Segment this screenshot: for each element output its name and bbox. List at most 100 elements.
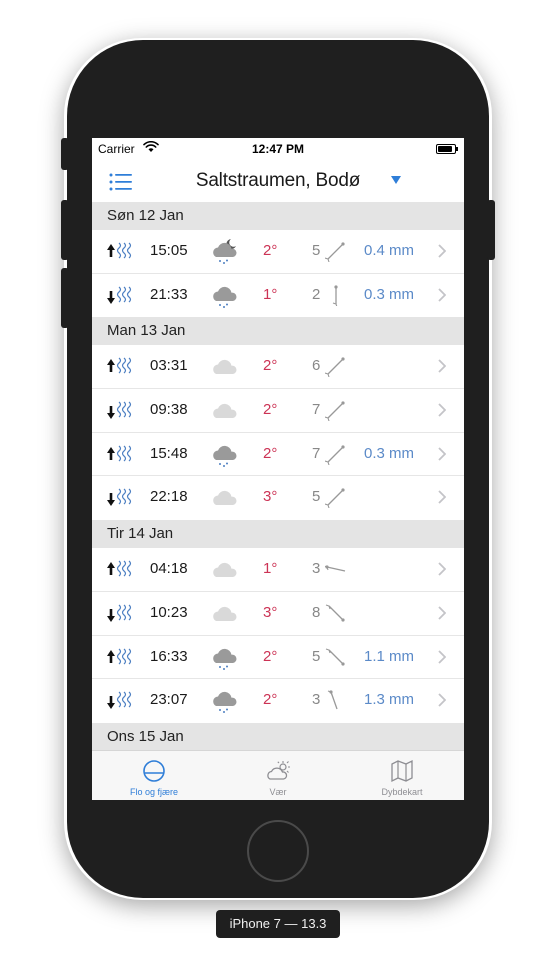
wind-direction-icon <box>325 565 346 572</box>
tab-map[interactable]: Dybdekart <box>340 751 464 800</box>
temperature: 2° <box>263 357 278 375</box>
status-bar: Carrier 12:47 PM <box>92 138 464 160</box>
tide-row[interactable]: 04:18 1° 3 <box>92 548 464 592</box>
section-rows: 15:05 2° 5 0.4 mm 21:33 1° 2 0.3 mm <box>92 230 464 318</box>
wind-speed: 8 <box>312 603 321 621</box>
cloud-rain-icon <box>213 445 237 467</box>
tide-time: 22:18 <box>150 488 188 506</box>
tide-list[interactable]: Søn 12 Jan 15:05 2° 5 0.4 mm 21:33 1° 2 0.3 mm Ma… <box>92 202 464 750</box>
tide-time: 23:07 <box>150 691 188 709</box>
tide-row[interactable]: 16:33 2° 5 1.1 mm <box>92 635 464 680</box>
device-label: iPhone 7 — 13.3 <box>216 910 340 938</box>
temperature: 2° <box>263 647 278 665</box>
tide-row[interactable]: 10:23 3° 8 <box>92 591 464 636</box>
nav-bar: Saltstraumen, Bodø <box>92 160 464 202</box>
tide-time: 15:48 <box>150 444 188 462</box>
section-rows: 03:31 2° 6 09:38 2° 7 15:48 2° 7 0.3 mm 22:18 3° 5 <box>92 345 464 521</box>
cloud-icon <box>213 403 237 419</box>
chevron-right-icon <box>438 359 446 374</box>
home-button[interactable] <box>247 820 309 882</box>
wind-direction-icon <box>327 690 338 710</box>
screen: Carrier 12:47 PM Saltstraumen, Bodø Søn … <box>92 138 464 800</box>
tide-row[interactable]: 23:07 2° 3 1.3 mm <box>92 679 464 723</box>
section-rows: 04:18 1° 3 10:23 3° 8 16:33 2° 5 1.1 mm 23:07 2° 3 1.… <box>92 548 464 723</box>
tab-bar: Flo og fjære Vær Dybdekart <box>92 750 464 800</box>
tab-tide[interactable]: Flo og fjære <box>92 751 216 800</box>
wind-speed: 2 <box>312 285 321 303</box>
cloud-icon <box>213 562 237 578</box>
high-tide-icon <box>107 445 132 462</box>
temperature: 3° <box>263 603 278 621</box>
low-tide-icon <box>107 488 132 507</box>
tide-time: 03:31 <box>150 357 188 375</box>
tide-row[interactable]: 09:38 2° 7 <box>92 389 464 433</box>
tide-time: 10:23 <box>150 603 188 621</box>
power-button <box>487 200 495 260</box>
tide-row[interactable]: 21:33 1° 2 0.3 mm <box>92 273 464 318</box>
cloud-icon <box>213 491 237 506</box>
wind-direction-icon <box>325 445 345 465</box>
tide-row[interactable]: 15:05 2° 5 0.4 mm <box>92 230 464 274</box>
wind-speed: 5 <box>312 242 321 259</box>
tide-time: 04:18 <box>150 560 188 578</box>
cloud-moon-rain-icon <box>213 239 237 264</box>
temperature: 1° <box>263 560 278 578</box>
battery-icon <box>436 144 458 154</box>
precipitation: 0.3 mm <box>364 444 415 462</box>
temperature: 1° <box>263 285 278 303</box>
chevron-right-icon <box>438 403 446 417</box>
volume-up-button <box>61 200 69 260</box>
wind-speed: 7 <box>312 401 321 419</box>
tide-time: 16:33 <box>150 647 188 665</box>
low-tide-icon <box>107 691 132 710</box>
tide-row[interactable]: 03:31 2° 6 <box>92 345 464 390</box>
location-title[interactable]: Saltstraumen, Bodø <box>92 170 464 192</box>
tide-row[interactable]: 15:48 2° 7 0.3 mm <box>92 432 464 477</box>
section-header: Søn 12 Jan <box>92 202 464 230</box>
wind-direction-icon <box>325 647 345 666</box>
chevron-right-icon <box>438 490 446 505</box>
temperature: 2° <box>263 444 278 462</box>
wind-direction-icon <box>325 357 345 378</box>
cloud-icon <box>213 360 237 375</box>
section-header: Tir 14 Jan <box>92 520 464 549</box>
tab-label: Flo og fjære <box>129 787 179 797</box>
tide-time: 09:38 <box>150 401 188 419</box>
tide-time: 21:33 <box>150 285 188 303</box>
tide-row[interactable]: 22:18 3° 5 <box>92 476 464 521</box>
chevron-right-icon <box>438 288 446 302</box>
low-tide-icon <box>107 286 132 304</box>
tide-tab-icon <box>143 760 165 782</box>
high-tide-icon <box>107 560 132 577</box>
weather-tab-icon <box>267 761 290 780</box>
precipitation: 1.3 mm <box>364 691 415 709</box>
section-header: Man 13 Jan <box>92 317 464 346</box>
wind-direction-icon <box>332 285 338 306</box>
temperature: 2° <box>263 401 278 419</box>
wind-speed: 3 <box>312 560 321 578</box>
dropdown-triangle-icon[interactable] <box>391 176 401 184</box>
map-tab-icon <box>391 759 413 783</box>
chevron-right-icon <box>438 447 446 461</box>
chevron-right-icon <box>438 244 446 258</box>
wind-speed: 5 <box>312 488 321 506</box>
precipitation: 0.3 mm <box>364 285 415 303</box>
cloud-rain-icon <box>213 286 237 308</box>
wind-direction-icon <box>325 401 345 422</box>
precipitation: 0.4 mm <box>364 242 415 259</box>
tab-label: Vær <box>269 787 287 797</box>
tide-time: 15:05 <box>150 242 188 259</box>
tab-weather[interactable]: Vær <box>216 751 340 800</box>
volume-down-button <box>61 268 69 328</box>
chevron-right-icon <box>438 562 446 576</box>
temperature: 2° <box>263 691 278 709</box>
cloud-rain-icon <box>213 648 237 670</box>
wind-speed: 7 <box>312 444 321 462</box>
temperature: 2° <box>263 242 278 259</box>
chevron-right-icon <box>438 649 446 664</box>
high-tide-icon <box>107 357 132 374</box>
cloud-rain-icon <box>213 692 237 714</box>
chevron-right-icon <box>438 693 446 707</box>
wind-direction-icon <box>325 488 345 509</box>
low-tide-icon <box>107 401 132 420</box>
